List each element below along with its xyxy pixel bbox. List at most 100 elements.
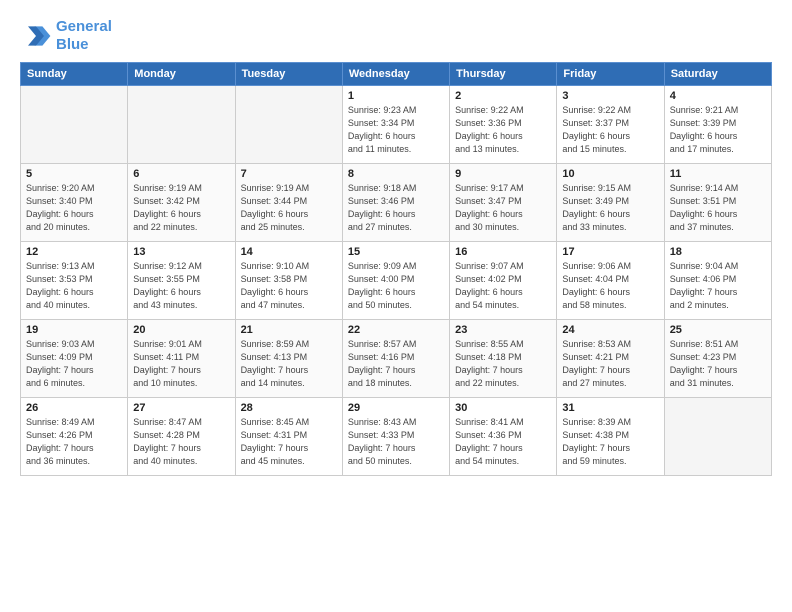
day-info: Sunrise: 9:17 AMSunset: 3:47 PMDaylight:… [455,182,551,234]
day-cell: 4 Sunrise: 9:21 AMSunset: 3:39 PMDaylight… [664,86,771,164]
day-cell: 13 Sunrise: 9:12 AMSunset: 3:55 PMDayligh… [128,242,235,320]
day-cell: 30Sunrise: 8:41 AMSunset: 4:36 PMDayligh… [450,398,557,476]
day-cell [21,86,128,164]
week-row-4: 19 Sunrise: 9:03 AMSunset: 4:09 PMDayligh… [21,320,772,398]
day-number: 13 [133,246,229,258]
day-number: 6 [133,168,229,180]
weekday-header-saturday: Saturday [664,63,771,86]
day-number: 17 [562,246,658,258]
day-info: Sunrise: 8:51 AMSunset: 4:23 PMDaylight:… [670,338,766,390]
day-info: Sunrise: 9:03 AMSunset: 4:09 PMDaylight:… [26,338,122,390]
weekday-header-wednesday: Wednesday [342,63,449,86]
day-number: 22 [348,324,444,336]
day-cell: 18Sunrise: 9:04 AMSunset: 4:06 PMDayligh… [664,242,771,320]
day-cell [128,86,235,164]
day-cell: 2 Sunrise: 9:22 AMSunset: 3:36 PMDaylight… [450,86,557,164]
day-number: 12 [26,246,122,258]
day-info: Sunrise: 8:57 AMSunset: 4:16 PMDaylight:… [348,338,444,390]
day-cell: 21 Sunrise: 8:59 AMSunset: 4:13 PMDayligh… [235,320,342,398]
calendar-table: SundayMondayTuesdayWednesdayThursdayFrid… [20,62,772,476]
logo-icon [20,20,52,52]
day-cell: 15 Sunrise: 9:09 AMSunset: 4:00 PMDayligh… [342,242,449,320]
weekday-header-friday: Friday [557,63,664,86]
day-info: Sunrise: 8:39 AMSunset: 4:38 PMDaylight:… [562,416,658,468]
day-info: Sunrise: 8:53 AMSunset: 4:21 PMDaylight:… [562,338,658,390]
day-number: 31 [562,402,658,414]
day-cell [664,398,771,476]
day-info: Sunrise: 8:43 AMSunset: 4:33 PMDaylight:… [348,416,444,468]
day-cell: 31 Sunrise: 8:39 AMSunset: 4:38 PMDayligh… [557,398,664,476]
day-cell: 26 Sunrise: 8:49 AMSunset: 4:26 PMDayligh… [21,398,128,476]
week-row-2: 5Sunrise: 9:20 AMSunset: 3:40 PMDaylight… [21,164,772,242]
day-info: Sunrise: 9:23 AMSunset: 3:34 PMDaylight:… [348,104,444,156]
day-number: 27 [133,402,229,414]
day-info: Sunrise: 8:55 AMSunset: 4:18 PMDaylight:… [455,338,551,390]
day-cell: 10Sunrise: 9:15 AMSunset: 3:49 PMDayligh… [557,164,664,242]
day-cell: 25Sunrise: 8:51 AMSunset: 4:23 PMDayligh… [664,320,771,398]
day-number: 1 [348,90,444,102]
day-info: Sunrise: 9:21 AMSunset: 3:39 PMDaylight:… [670,104,766,156]
day-cell: 16 Sunrise: 9:07 AMSunset: 4:02 PMDayligh… [450,242,557,320]
day-cell: 29 Sunrise: 8:43 AMSunset: 4:33 PMDayligh… [342,398,449,476]
day-number: 9 [455,168,551,180]
day-info: Sunrise: 9:20 AMSunset: 3:40 PMDaylight:… [26,182,122,234]
day-cell: 20 Sunrise: 9:01 AMSunset: 4:11 PMDayligh… [128,320,235,398]
day-cell: 14Sunrise: 9:10 AMSunset: 3:58 PMDayligh… [235,242,342,320]
day-number: 29 [348,402,444,414]
day-info: Sunrise: 9:22 AMSunset: 3:36 PMDaylight:… [455,104,551,156]
day-info: Sunrise: 9:12 AMSunset: 3:55 PMDaylight:… [133,260,229,312]
day-number: 8 [348,168,444,180]
day-number: 28 [241,402,337,414]
day-info: Sunrise: 8:49 AMSunset: 4:26 PMDaylight:… [26,416,122,468]
day-number: 16 [455,246,551,258]
day-number: 11 [670,168,766,180]
day-info: Sunrise: 9:06 AMSunset: 4:04 PMDaylight:… [562,260,658,312]
day-info: Sunrise: 9:13 AMSunset: 3:53 PMDaylight:… [26,260,122,312]
day-number: 2 [455,90,551,102]
day-cell: 3Sunrise: 9:22 AMSunset: 3:37 PMDaylight… [557,86,664,164]
day-cell: 8 Sunrise: 9:18 AMSunset: 3:46 PMDaylight… [342,164,449,242]
weekday-header-tuesday: Tuesday [235,63,342,86]
day-info: Sunrise: 9:15 AMSunset: 3:49 PMDaylight:… [562,182,658,234]
day-number: 20 [133,324,229,336]
day-info: Sunrise: 9:07 AMSunset: 4:02 PMDaylight:… [455,260,551,312]
logo-text: General Blue [56,18,112,54]
day-number: 18 [670,246,766,258]
day-info: Sunrise: 8:45 AMSunset: 4:31 PMDaylight:… [241,416,337,468]
day-cell: 28 Sunrise: 8:45 AMSunset: 4:31 PMDayligh… [235,398,342,476]
week-row-1: 1 Sunrise: 9:23 AMSunset: 3:34 PMDaylight… [21,86,772,164]
header: General Blue [20,18,772,54]
weekday-header-row: SundayMondayTuesdayWednesdayThursdayFrid… [21,63,772,86]
day-number: 15 [348,246,444,258]
day-info: Sunrise: 9:19 AMSunset: 3:42 PMDaylight:… [133,182,229,234]
day-cell: 27Sunrise: 8:47 AMSunset: 4:28 PMDayligh… [128,398,235,476]
day-number: 23 [455,324,551,336]
day-cell: 9 Sunrise: 9:17 AMSunset: 3:47 PMDaylight… [450,164,557,242]
day-cell: 6 Sunrise: 9:19 AMSunset: 3:42 PMDaylight… [128,164,235,242]
day-number: 7 [241,168,337,180]
day-cell: 5Sunrise: 9:20 AMSunset: 3:40 PMDaylight… [21,164,128,242]
day-cell: 11Sunrise: 9:14 AMSunset: 3:51 PMDayligh… [664,164,771,242]
logo: General Blue [20,18,112,54]
week-row-5: 26 Sunrise: 8:49 AMSunset: 4:26 PMDayligh… [21,398,772,476]
day-cell: 12 Sunrise: 9:13 AMSunset: 3:53 PMDayligh… [21,242,128,320]
day-cell: 23 Sunrise: 8:55 AMSunset: 4:18 PMDayligh… [450,320,557,398]
day-number: 26 [26,402,122,414]
day-number: 21 [241,324,337,336]
day-info: Sunrise: 9:01 AMSunset: 4:11 PMDaylight:… [133,338,229,390]
day-number: 24 [562,324,658,336]
day-info: Sunrise: 9:22 AMSunset: 3:37 PMDaylight:… [562,104,658,156]
day-info: Sunrise: 9:18 AMSunset: 3:46 PMDaylight:… [348,182,444,234]
day-cell: 19 Sunrise: 9:03 AMSunset: 4:09 PMDayligh… [21,320,128,398]
day-info: Sunrise: 8:41 AMSunset: 4:36 PMDaylight:… [455,416,551,468]
day-info: Sunrise: 8:59 AMSunset: 4:13 PMDaylight:… [241,338,337,390]
day-info: Sunrise: 9:19 AMSunset: 3:44 PMDaylight:… [241,182,337,234]
day-info: Sunrise: 9:09 AMSunset: 4:00 PMDaylight:… [348,260,444,312]
day-cell: 7 Sunrise: 9:19 AMSunset: 3:44 PMDaylight… [235,164,342,242]
day-number: 19 [26,324,122,336]
day-number: 4 [670,90,766,102]
day-info: Sunrise: 9:10 AMSunset: 3:58 PMDaylight:… [241,260,337,312]
day-cell [235,86,342,164]
weekday-header-thursday: Thursday [450,63,557,86]
day-cell: 17 Sunrise: 9:06 AMSunset: 4:04 PMDayligh… [557,242,664,320]
